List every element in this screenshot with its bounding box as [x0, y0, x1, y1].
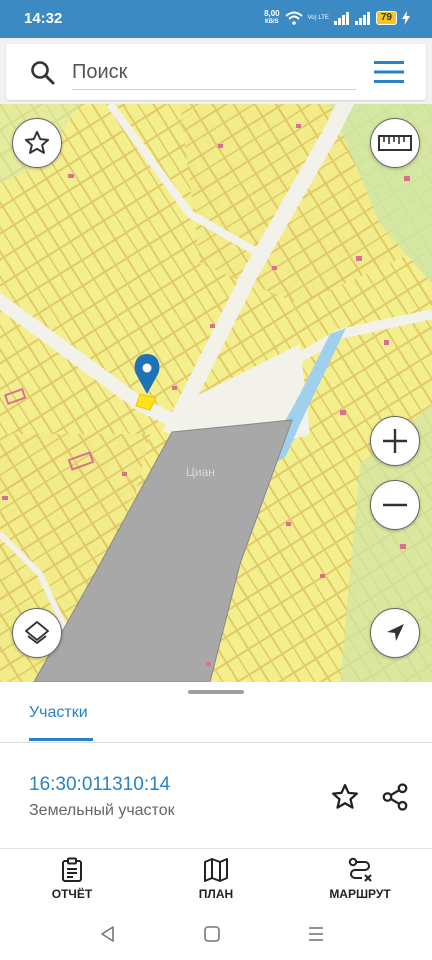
search-box	[6, 44, 426, 100]
bottom-navigation: ОТЧЁТ ПЛАН МАРШРУТ	[0, 848, 432, 908]
map-canvas[interactable]: Циан	[0, 104, 432, 682]
zoom-in-button[interactable]	[370, 416, 420, 466]
signal-icon	[333, 11, 349, 25]
volte-indicator: Vo) LTE	[307, 14, 329, 21]
map-watermark: Циан	[186, 465, 215, 479]
route-icon	[348, 857, 372, 882]
back-icon[interactable]	[98, 924, 118, 944]
zoom-out-button[interactable]	[370, 480, 420, 530]
home-icon[interactable]	[202, 924, 222, 944]
sheet-drag-handle[interactable]	[188, 690, 244, 694]
cadastral-map[interactable]: Циан	[0, 104, 432, 682]
battery-icon: 79	[375, 11, 397, 25]
nav-report-label: ОТЧЁТ	[51, 887, 93, 901]
tab-parcels[interactable]: Участки	[29, 704, 88, 722]
layers-icon	[25, 621, 49, 644]
tab-active-indicator	[29, 738, 93, 741]
recents-icon[interactable]	[306, 924, 326, 944]
status-icons: 8,00 КВ/S Vo) LTE 79	[264, 10, 410, 26]
nav-plan-label: ПЛАН	[198, 887, 234, 901]
nav-route-label: МАРШРУТ	[329, 887, 391, 901]
parcel-sheet: Участки 16:30:011310:14 Земельный участо…	[0, 682, 432, 848]
search-icon[interactable]	[30, 60, 56, 86]
nav-report[interactable]: ОТЧЁТ	[22, 857, 122, 901]
signal-icon-2	[354, 11, 370, 25]
menu-icon[interactable]	[374, 60, 406, 84]
network-speed: 8,00 КВ/S	[264, 9, 280, 26]
charging-icon	[402, 11, 410, 25]
minus-icon	[383, 503, 407, 507]
status-bar: 14:32 8,00 КВ/S Vo) LTE 79	[0, 0, 432, 38]
favorite-button[interactable]	[12, 118, 62, 168]
status-time: 14:32	[24, 10, 63, 27]
parcel-type: Земельный участок	[29, 802, 175, 819]
navigation-arrow-icon	[387, 624, 404, 641]
system-navigation	[0, 908, 432, 960]
star-icon[interactable]	[330, 782, 360, 812]
ruler-button[interactable]	[370, 118, 420, 168]
locate-button[interactable]	[370, 608, 420, 658]
star-icon	[24, 130, 50, 154]
search-input[interactable]	[72, 56, 356, 90]
parcel-number[interactable]: 16:30:011310:14	[29, 774, 170, 796]
nav-plan[interactable]: ПЛАН	[166, 857, 266, 901]
clipboard-icon	[62, 857, 82, 882]
nav-route[interactable]: МАРШРУТ	[310, 857, 410, 901]
tab-divider	[0, 742, 432, 743]
plus-icon	[383, 429, 407, 453]
ruler-icon	[378, 135, 412, 151]
map-icon	[204, 858, 228, 882]
search-bar	[0, 38, 432, 104]
wifi-icon	[284, 11, 303, 25]
layers-button[interactable]	[12, 608, 62, 658]
share-icon[interactable]	[380, 782, 410, 812]
